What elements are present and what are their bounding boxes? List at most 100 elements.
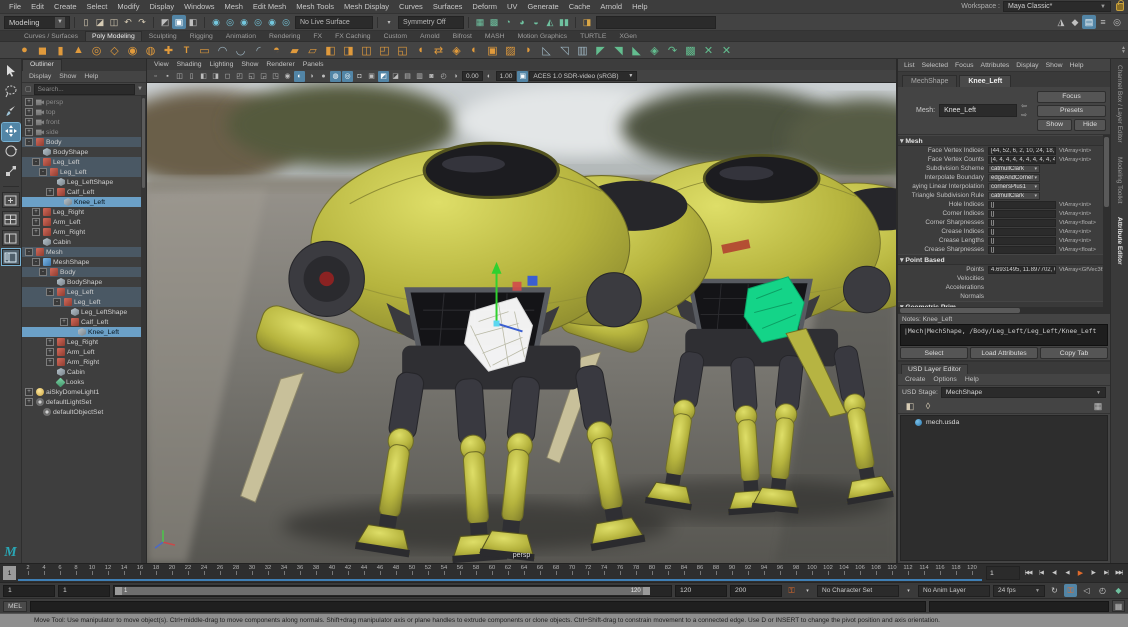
time-tick[interactable]: 82 [660, 565, 676, 571]
outliner-node[interactable]: + front [22, 117, 146, 127]
symmetry-field[interactable]: Symmetry Off [398, 16, 464, 29]
time-tick[interactable]: 36 [292, 565, 308, 571]
paint-transfer-icon[interactable]: ◤ [592, 43, 609, 58]
time-tick[interactable]: 84 [676, 565, 692, 571]
time-tick[interactable]: 114 [916, 565, 932, 571]
time-tick[interactable]: 44 [356, 565, 372, 571]
ae-node-tab[interactable]: MechShape [902, 75, 957, 87]
expand-toggle-icon[interactable]: + [25, 98, 33, 106]
time-tick[interactable]: 116 [932, 565, 948, 571]
time-tick[interactable]: 78 [628, 565, 644, 571]
anim-layer-select[interactable]: No Anim Layer [918, 585, 990, 597]
outliner-node[interactable]: + Arm_Left [22, 217, 146, 227]
outliner-scrollbar[interactable] [141, 96, 146, 563]
viewport-toolbar-icon[interactable]: ▣ [366, 71, 377, 82]
outliner-node[interactable]: + Arm_Right [22, 357, 146, 367]
attribute-value-field[interactable]: 4.6931495, 11.897702, 6.773025], [4.93..… [988, 266, 1056, 274]
attribute-value-field[interactable]: cornersPlus1 [988, 183, 1040, 191]
time-tick[interactable]: 30 [244, 565, 260, 571]
colorspace-icon[interactable]: ▣ [517, 71, 528, 82]
attribute-value-field[interactable]: [] [988, 228, 1056, 236]
expand-toggle-icon[interactable]: + [25, 118, 33, 126]
edit-edge-flow-icon[interactable]: ◹ [556, 43, 573, 58]
step-back-key-button[interactable]: |◀ [1035, 567, 1047, 580]
insert-edge-loop-icon[interactable]: ▥ [574, 43, 591, 58]
time-tick[interactable]: 66 [532, 565, 548, 571]
svg-icon[interactable]: ▭ [196, 43, 213, 58]
outliner-node[interactable]: + top [22, 107, 146, 117]
usd-options-icon[interactable]: ▦ [1091, 399, 1105, 413]
time-tick[interactable]: 40 [324, 565, 340, 571]
time-tick[interactable]: 58 [468, 565, 484, 571]
outliner-node[interactable]: + Arm_Left [22, 347, 146, 357]
select-hierarchy-icon[interactable]: ◩ [158, 15, 172, 29]
anim-end-field[interactable]: 200 [730, 585, 782, 597]
smooth-icon[interactable]: ◖ [412, 43, 429, 58]
quad-draw-icon[interactable]: ◺ [538, 43, 555, 58]
ae-horizontal-scrollbar[interactable] [898, 307, 1110, 314]
sculpt-icon[interactable]: ◗ [520, 43, 537, 58]
poly-cube-icon[interactable]: ◼ [34, 43, 51, 58]
workspace-lock-icon[interactable] [1116, 3, 1124, 11]
attribute-value-field[interactable]: edgeAndCorner [988, 174, 1040, 182]
time-tick[interactable]: 14 [116, 565, 132, 571]
select-object-icon[interactable]: ▣ [172, 15, 186, 29]
shelf-tab[interactable]: FX [307, 32, 328, 41]
outliner-node[interactable]: + Leg_Right [22, 207, 146, 217]
shelf-tab[interactable]: TURTLE [574, 32, 612, 41]
time-slider[interactable]: 1 24681012141618202224262830323436384042… [0, 563, 1128, 582]
shelf-tab[interactable]: MASH [479, 32, 511, 41]
viewport-toolbar-icon[interactable]: ◙ [426, 71, 437, 82]
shelf-tab[interactable]: Poly Modeling [85, 31, 142, 41]
viewport-toolbar-icon[interactable]: ◉ [282, 71, 293, 82]
shelf-tab[interactable]: FX Caching [329, 32, 377, 41]
time-tick[interactable]: 102 [820, 565, 836, 571]
poly-disc-icon[interactable]: ◉ [124, 43, 141, 58]
expand-toggle-icon[interactable]: + [25, 398, 33, 406]
character-controls-icon[interactable]: ◆ [1068, 15, 1082, 29]
multi-cut-icon[interactable]: ◰ [376, 43, 393, 58]
menu-item[interactable]: Windows [179, 2, 219, 11]
viewport-toolbar-icon[interactable]: ◍ [330, 71, 341, 82]
time-tick[interactable]: 76 [612, 565, 628, 571]
time-tick[interactable]: 118 [948, 565, 964, 571]
viewport-toolbar-icon[interactable]: ▤ [402, 71, 413, 82]
render-settings-icon[interactable]: ◕ [515, 15, 529, 29]
time-tick[interactable]: 88 [708, 565, 724, 571]
current-time-field[interactable]: 1 [986, 566, 1020, 580]
expand-toggle-icon[interactable]: - [25, 138, 33, 146]
channel-box-toggle-icon[interactable]: ▤ [1082, 15, 1096, 29]
time-tick[interactable]: 16 [132, 565, 148, 571]
go-to-start-button[interactable]: |◀◀ [1022, 567, 1034, 580]
expand-toggle-icon[interactable]: + [46, 188, 54, 196]
snap-point-icon[interactable]: ◉ [237, 15, 251, 29]
time-tick[interactable]: 46 [372, 565, 388, 571]
usd-layer-editor-tab[interactable]: USD Layer Editor [901, 364, 968, 374]
filter-icon[interactable]: ▢ [25, 85, 32, 93]
attribute-value-field[interactable]: catmullClark [988, 165, 1040, 173]
ae-menu-item[interactable]: Focus [952, 62, 977, 69]
viewport-toolbar-icon[interactable]: ◑ [306, 71, 317, 82]
viewport-toolbar-icon[interactable]: ◲ [258, 71, 269, 82]
outliner-menu-item[interactable]: Display [26, 73, 54, 80]
outliner-node[interactable]: + persp [22, 97, 146, 107]
step-back-frame-button[interactable]: ◀| [1048, 567, 1060, 580]
ae-vertical-scrollbar[interactable] [1103, 135, 1110, 307]
shelf-tab[interactable]: Animation [220, 32, 262, 41]
viewport-toolbar-icon[interactable]: ◫ [174, 71, 185, 82]
shelf-tab[interactable]: Rendering [263, 32, 306, 41]
time-tick[interactable]: 86 [692, 565, 708, 571]
shelf-tab[interactable]: Sculpting [143, 32, 183, 41]
quick-selection-icon[interactable]: ◨ [580, 15, 594, 29]
expand-toggle-icon[interactable]: - [39, 168, 47, 176]
time-tick[interactable]: 90 [724, 565, 740, 571]
outliner-node[interactable]: + Leg_Right [22, 337, 146, 347]
tool-settings-toggle-icon[interactable]: ◎ [1110, 15, 1124, 29]
step-forward-frame-button[interactable]: |▶ [1087, 567, 1099, 580]
outliner-node[interactable]: - Body [22, 137, 146, 147]
ae-bottom-button[interactable]: Select [900, 347, 968, 359]
outliner-pane-layout-button[interactable] [2, 249, 20, 265]
expand-toggle-icon[interactable]: + [60, 318, 68, 326]
slide-icon[interactable]: ✕ [700, 43, 717, 58]
time-tick[interactable]: 42 [340, 565, 356, 571]
